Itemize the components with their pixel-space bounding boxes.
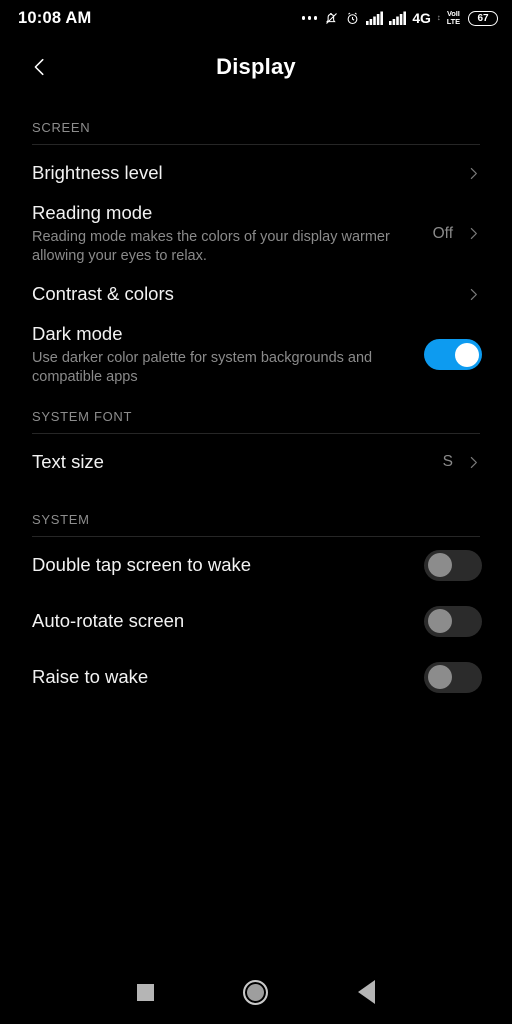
row-control (424, 661, 482, 693)
setting-row[interactable]: Text size S (0, 434, 512, 490)
back-button[interactable] (22, 49, 58, 85)
row-value: Off (432, 224, 453, 242)
circle-home-icon (243, 979, 269, 1005)
row-title: Reading mode (32, 202, 153, 223)
chevron-right-icon (470, 227, 477, 240)
app-header: Display (0, 36, 512, 98)
signal-bars-icon (366, 11, 384, 25)
square-recents-icon (136, 983, 154, 1001)
setting-toggle[interactable] (424, 661, 482, 693)
row-control (424, 605, 482, 637)
row-title: Text size (32, 451, 104, 472)
row-text: Dark mode Use darker color palette for sy… (32, 322, 424, 387)
row-text: Contrast & colors (32, 282, 465, 306)
settings-list: SCREEN Brightness level Reading mode Readin… (0, 98, 512, 705)
recents-button[interactable] (121, 968, 169, 1016)
alarm-clock-icon (348, 12, 358, 24)
section-label: SYSTEM (32, 512, 90, 527)
row-title: Brightness level (32, 162, 163, 183)
setting-row[interactable]: Brightness level (0, 145, 512, 201)
signal-bars-icon (389, 11, 407, 25)
row-text: Double tap screen to wake (32, 553, 424, 577)
row-title: Auto-rotate screen (32, 610, 185, 631)
row-subtitle: Use darker color palette for system back… (32, 350, 373, 385)
section-header-screen: SCREEN (0, 98, 512, 145)
more-dots-icon (301, 16, 318, 20)
phone-screen: 10:08 AM 4G ↕ VoII LTE 67 Display SCREEN… (0, 0, 512, 1024)
row-text: Text size (32, 450, 443, 474)
status-icons: 4G ↕ VoII LTE 67 (301, 10, 498, 26)
setting-toggle[interactable] (424, 339, 482, 370)
status-clock: 10:08 AM (18, 8, 92, 27)
volte-line-2: LTE (446, 17, 460, 26)
row-control: Off (433, 225, 482, 243)
row-title: Dark mode (32, 323, 123, 344)
network-type-label: 4G (412, 10, 431, 26)
section-header-system: SYSTEM (0, 490, 512, 537)
row-text: Reading mode Reading mode makes the color… (32, 201, 433, 266)
row-text: Raise to wake (32, 665, 424, 689)
row-text: Brightness level (32, 161, 465, 185)
setting-row[interactable]: Double tap screen to wake (0, 537, 512, 593)
setting-row[interactable]: Reading mode Reading mode makes the color… (0, 201, 512, 266)
row-title: Double tap screen to wake (32, 554, 252, 575)
row-control (424, 339, 482, 370)
chevron-right-icon (470, 167, 477, 179)
setting-row[interactable]: Auto-rotate screen (0, 593, 512, 649)
data-arrow-icon: ↕ (436, 13, 441, 22)
toggle-knob (427, 553, 452, 577)
system-navigation-bar (0, 960, 512, 1024)
row-subtitle: Reading mode makes the colors of your di… (32, 229, 390, 264)
setting-toggle[interactable] (424, 605, 482, 637)
back-nav-button[interactable] (343, 968, 391, 1016)
volte-badge: VoII LTE (447, 10, 460, 26)
status-bar: 10:08 AM 4G ↕ VoII LTE 67 (0, 0, 512, 36)
setting-row[interactable]: Dark mode Use darker color palette for sy… (0, 322, 512, 387)
row-title: Contrast & colors (32, 283, 174, 304)
bell-muted-icon (326, 12, 338, 24)
chevron-right-icon (470, 288, 477, 300)
setting-row[interactable]: Raise to wake (0, 649, 512, 705)
chevron-left-icon (34, 58, 44, 76)
toggle-knob (427, 609, 452, 633)
row-control (424, 549, 482, 581)
section-label: SCREEN (32, 120, 91, 135)
chevron-right-icon (470, 456, 477, 468)
row-control (465, 165, 482, 182)
home-button[interactable] (232, 968, 280, 1016)
row-title: Raise to wake (32, 666, 149, 687)
row-control: S (443, 453, 482, 471)
row-text: Auto-rotate screen (32, 609, 424, 633)
setting-row[interactable]: Contrast & colors (0, 266, 512, 322)
battery-indicator: 67 (468, 10, 498, 26)
triangle-back-icon (358, 980, 376, 1004)
section-label: SYSTEM FONT (32, 409, 133, 424)
toggle-knob (427, 665, 452, 689)
toggle-knob (454, 342, 479, 367)
page-title: Display (216, 54, 296, 79)
row-control (465, 286, 482, 303)
setting-toggle[interactable] (424, 549, 482, 581)
row-value: S (442, 453, 453, 470)
section-header-system-font: SYSTEM FONT (0, 387, 512, 434)
